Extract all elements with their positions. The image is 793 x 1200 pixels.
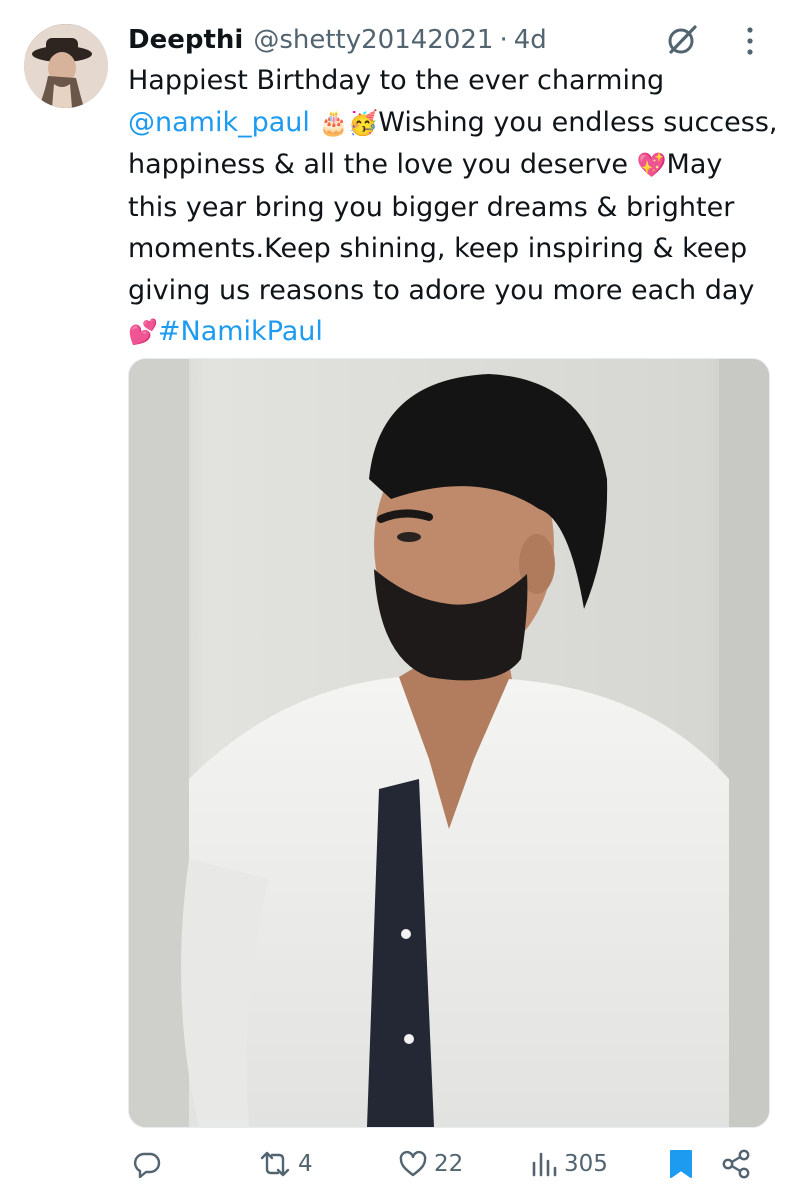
bookmark-button[interactable] — [668, 1140, 694, 1188]
tweet-media-image[interactable] — [128, 358, 770, 1128]
heart-icon — [399, 1150, 427, 1177]
views-count: 305 — [564, 1151, 608, 1177]
bookmark-filled-icon — [670, 1150, 692, 1178]
tweet-action-bar: 4 22 305 — [0, 1140, 793, 1188]
author-name[interactable]: Deepthi — [128, 25, 243, 55]
emoji-cake-party: 🎂🥳 — [318, 108, 379, 137]
views-chart-icon — [532, 1152, 557, 1177]
hashtag-link[interactable]: #NamikPaul — [158, 316, 323, 347]
emoji-two-hearts: 💕 — [128, 318, 158, 346]
portrait-photo — [129, 359, 769, 1127]
like-button[interactable]: 22 — [398, 1140, 463, 1188]
mention-link[interactable]: @namik_paul — [128, 107, 310, 138]
avatar-image — [24, 24, 108, 108]
tweet-text-part-1: Happiest Birthday to the ever charming — [128, 65, 665, 96]
retweet-button[interactable]: 4 — [258, 1140, 313, 1188]
separator-dot: · — [499, 25, 508, 55]
retweet-count: 4 — [298, 1151, 313, 1177]
emoji-sparkling-heart: 💖 — [636, 151, 667, 179]
share-button[interactable] — [720, 1140, 752, 1188]
more-options-icon[interactable] — [740, 24, 760, 58]
like-count: 22 — [434, 1151, 464, 1177]
grok-icon[interactable] — [664, 22, 700, 58]
retweet-icon — [260, 1151, 290, 1177]
tweet-age[interactable]: 4d — [514, 25, 547, 55]
share-icon — [722, 1149, 750, 1179]
reply-icon — [133, 1152, 161, 1179]
tweet-header: Deepthi @shetty20142021 · 4d — [128, 20, 547, 60]
reply-button[interactable] — [132, 1140, 168, 1188]
author-avatar[interactable] — [24, 24, 108, 108]
views-button[interactable]: 305 — [530, 1140, 608, 1188]
tweet-text: Happiest Birthday to the ever charming @… — [128, 60, 778, 354]
author-handle[interactable]: @shetty20142021 — [253, 25, 493, 55]
